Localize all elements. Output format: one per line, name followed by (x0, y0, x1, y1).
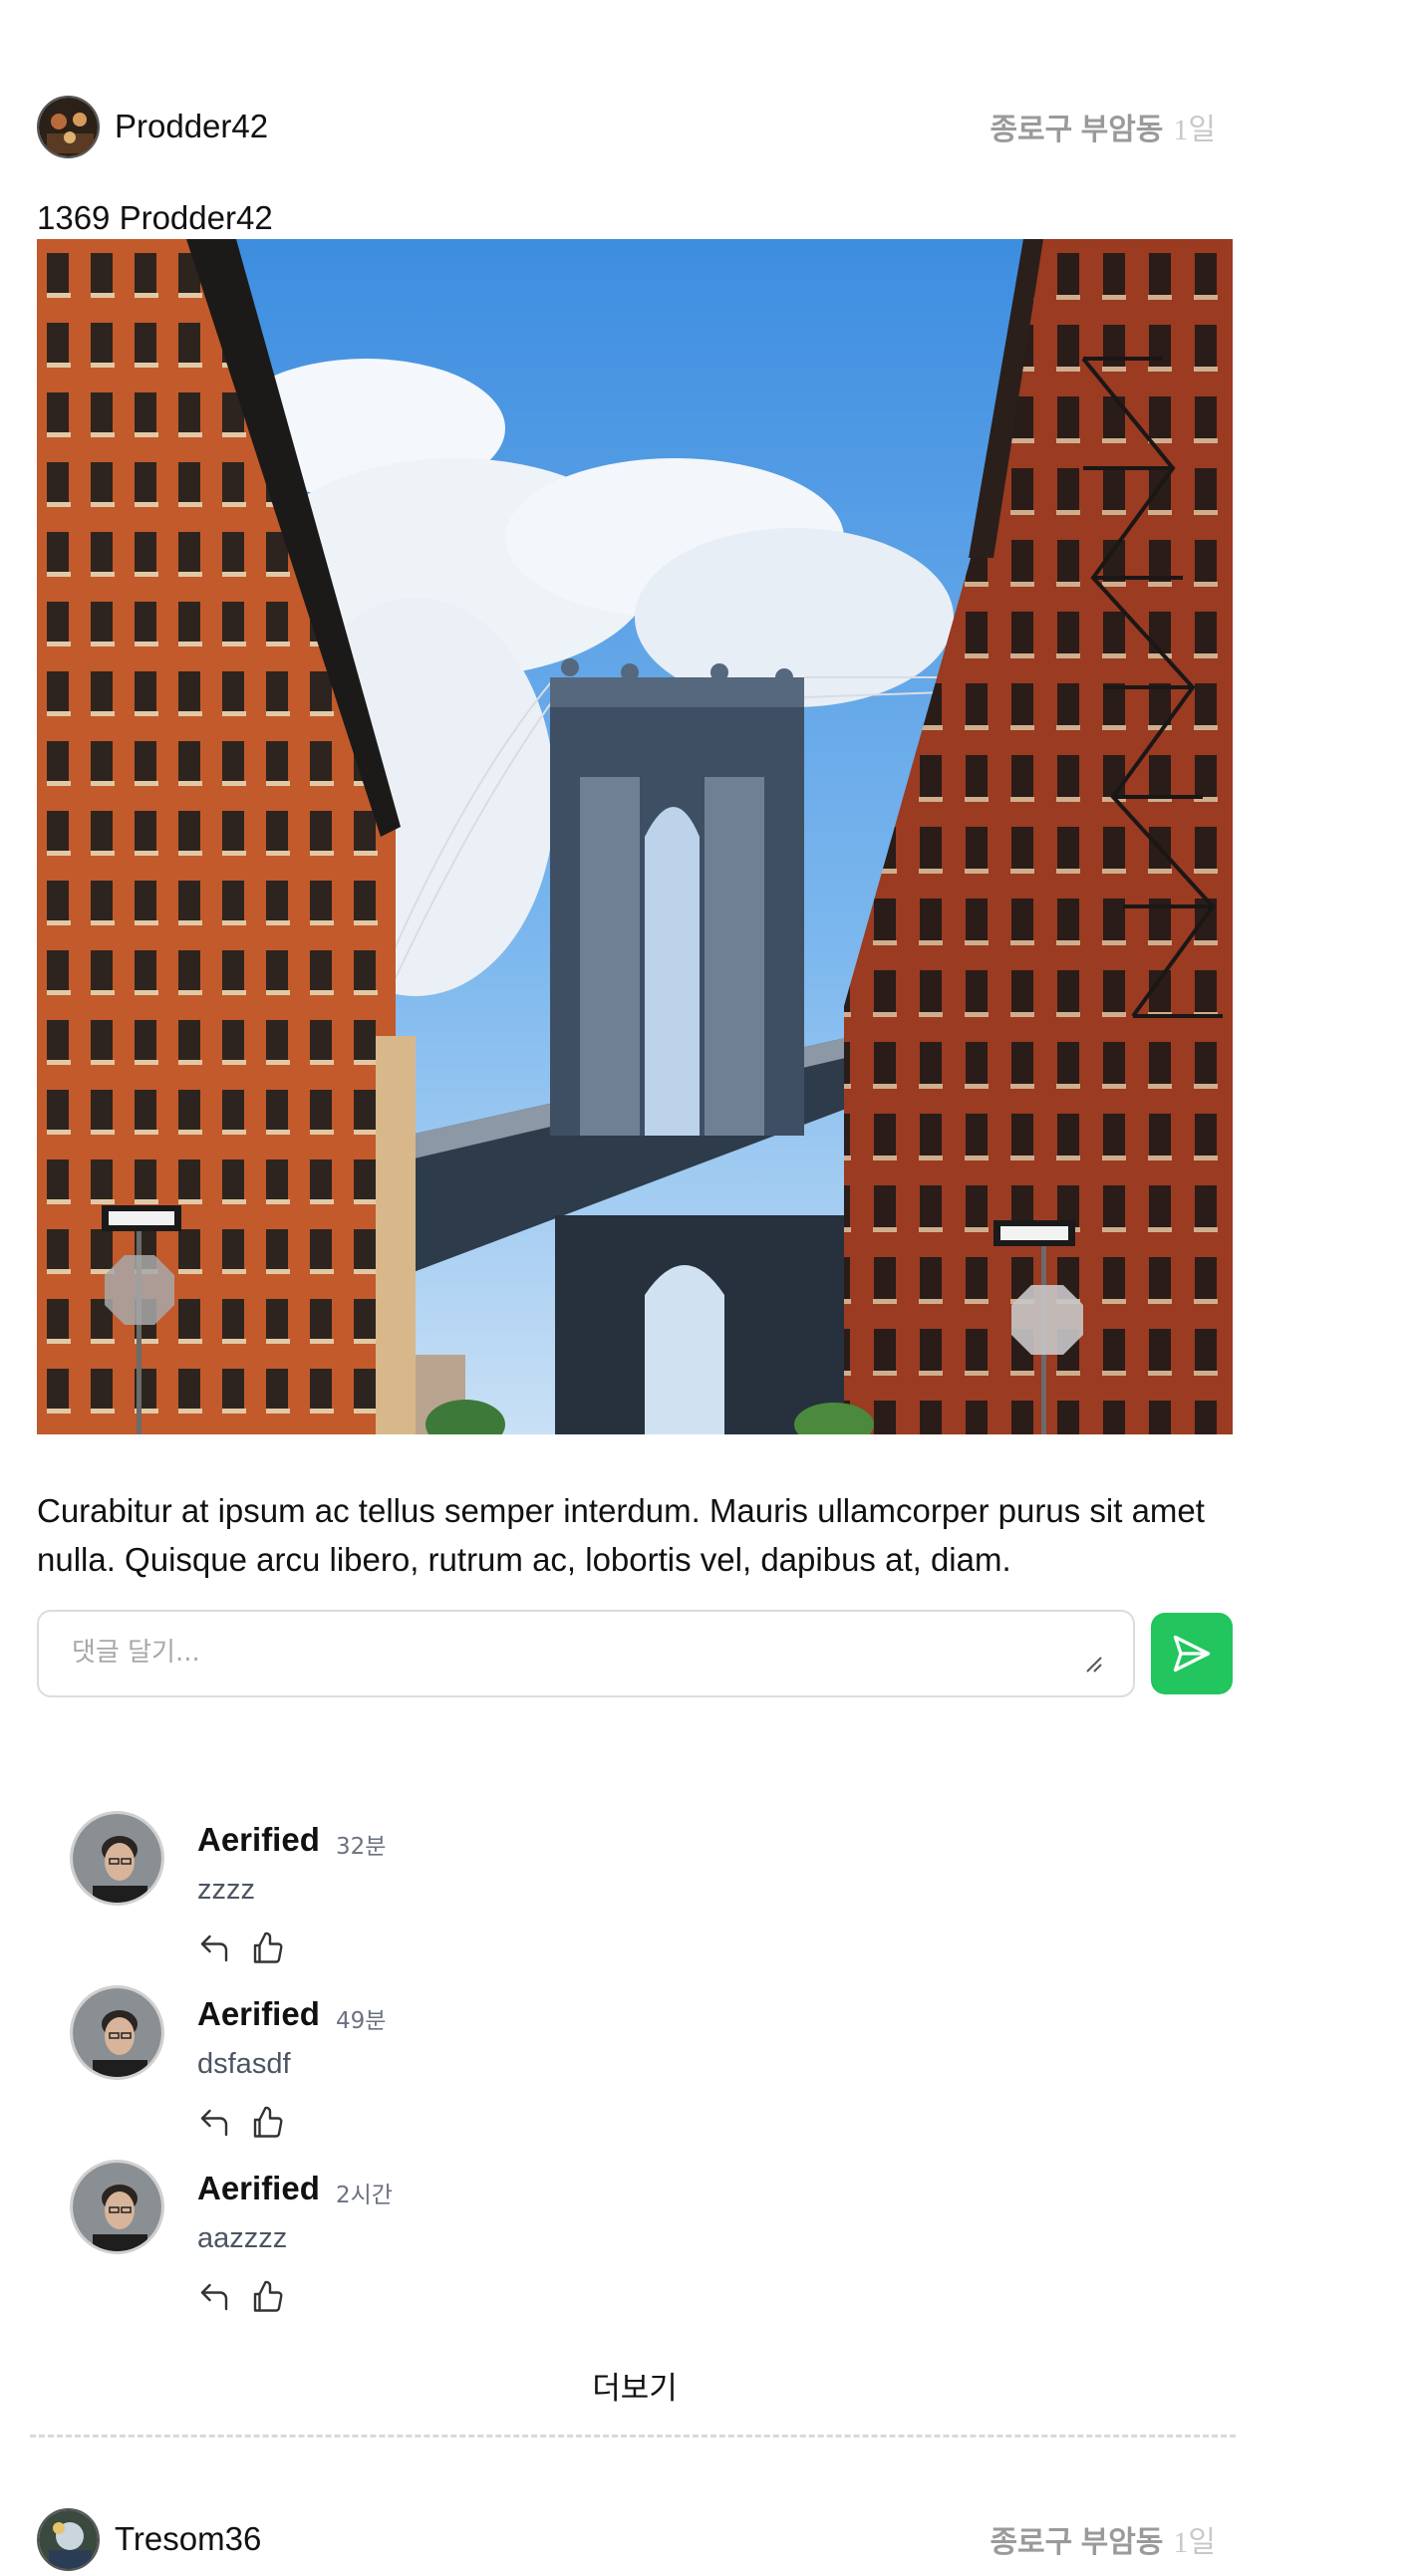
thumbs-up-icon[interactable] (249, 2279, 285, 2315)
comment-item: Aerified 2시간 aazzzz (70, 2160, 1216, 2334)
commenter-name[interactable]: Aerified (197, 1995, 320, 2033)
post-card: Tresom36 종로구 부암동 1일 (37, 2504, 1233, 2574)
comment-text: zzzz (197, 1874, 255, 1906)
commenter-avatar[interactable] (70, 1985, 164, 2080)
comment-time: 49분 (336, 2008, 387, 2034)
comment-item: Aerified 32분 zzzz (70, 1811, 1216, 1985)
author-name[interactable]: Prodder42 (115, 108, 268, 145)
thumbs-up-icon[interactable] (249, 1931, 285, 1966)
post-location: 종로구 부암동 1일 (990, 105, 1216, 148)
comment-time: 32분 (336, 1834, 387, 1860)
reply-icon[interactable] (196, 1931, 232, 1966)
comment-text: aazzzz (197, 2222, 288, 2254)
comment-actions (196, 2105, 285, 2141)
comment-form (37, 1610, 1233, 1697)
post-title: 1369 Prodder42 (37, 199, 273, 236)
commenter-avatar[interactable] (70, 2160, 164, 2254)
post-location: 종로구 부암동 1일 (990, 2517, 1216, 2561)
commenter-avatar[interactable] (70, 1811, 164, 1906)
location-name: 종로구 부암동 (990, 2526, 1164, 2559)
author-name[interactable]: Tresom36 (115, 2520, 261, 2558)
commenter-name[interactable]: Aerified (197, 2170, 320, 2207)
post-age: 1일 (1173, 114, 1216, 146)
post-card: Prodder42 종로구 부암동 1일 (37, 92, 1233, 161)
comment-actions (196, 1931, 285, 1966)
author-avatar[interactable] (37, 2507, 100, 2571)
author-avatar[interactable] (37, 95, 100, 158)
comment-text: dsfasdf (197, 2048, 291, 2080)
post-divider (30, 2435, 1236, 2438)
location-name: 종로구 부암동 (990, 114, 1164, 146)
post-header: Tresom36 종로구 부암동 1일 (37, 2504, 1233, 2574)
post-image[interactable] (37, 239, 1233, 1434)
comment-item: Aerified 49분 dsfasdf (70, 1985, 1216, 2160)
commenter-name[interactable]: Aerified (197, 1821, 320, 1859)
comment-input[interactable] (37, 1610, 1135, 1697)
send-icon (1173, 1635, 1211, 1673)
post-body: Curabitur at ipsum ac tellus semper inte… (37, 1492, 1205, 1578)
reply-icon[interactable] (196, 2105, 232, 2141)
comment-time: 2시간 (336, 2183, 393, 2208)
thumbs-up-icon[interactable] (249, 2105, 285, 2141)
comment-actions (196, 2279, 285, 2315)
post-age: 1일 (1173, 2526, 1216, 2559)
reply-icon[interactable] (196, 2279, 232, 2315)
more-comments-button[interactable]: 더보기 (37, 2363, 1233, 2408)
send-comment-button[interactable] (1151, 1613, 1233, 1694)
post-header: Prodder42 종로구 부암동 1일 (37, 92, 1233, 161)
